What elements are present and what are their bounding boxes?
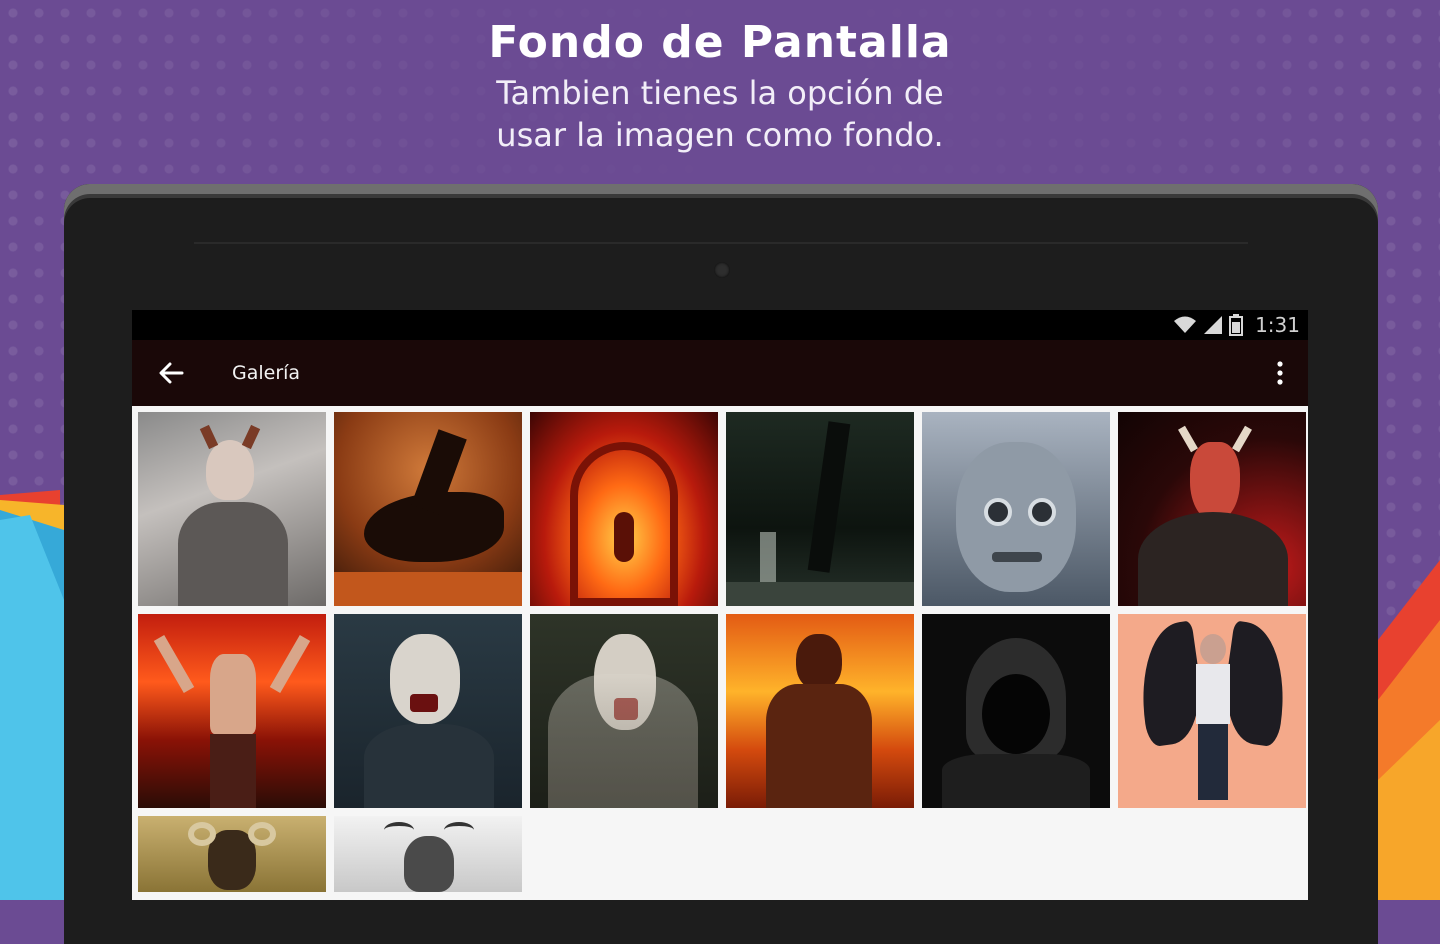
gallery-thumbnail[interactable]	[922, 412, 1110, 606]
gallery-thumbnail[interactable]	[138, 412, 326, 606]
gallery-thumbnail[interactable]	[530, 614, 718, 808]
gallery-thumbnail[interactable]	[334, 412, 522, 606]
gallery-thumbnail[interactable]	[1118, 614, 1306, 808]
app-bar-title: Galería	[232, 362, 301, 384]
gallery-thumbnail[interactable]	[138, 614, 326, 808]
gallery-thumbnail[interactable]	[334, 614, 522, 808]
arrow-left-icon[interactable]	[156, 358, 186, 388]
status-time: 1:31	[1255, 313, 1300, 337]
gallery-thumbnail[interactable]	[726, 614, 914, 808]
status-bar: 1:31	[132, 310, 1308, 340]
more-vert-icon[interactable]	[1270, 358, 1290, 388]
gallery-thumbnail[interactable]	[334, 816, 522, 892]
battery-icon	[1229, 314, 1244, 336]
gallery-thumbnail[interactable]	[1118, 412, 1306, 606]
gallery-thumbnail[interactable]	[726, 412, 914, 606]
gallery-grid	[138, 412, 1308, 900]
signal-icon	[1204, 316, 1223, 334]
promo-subtitle-line2: usar la imagen como fondo.	[496, 116, 944, 154]
promo-header: Fondo de Pantalla Tambien tienes la opci…	[0, 14, 1440, 156]
gallery-thumbnail[interactable]	[530, 412, 718, 606]
app-bar: Galería	[132, 340, 1308, 406]
status-icons: 1:31	[1173, 313, 1300, 337]
wifi-icon	[1174, 316, 1197, 333]
device-screen: 1:31 Galería	[132, 310, 1308, 900]
gallery-thumbnail[interactable]	[138, 816, 326, 892]
bezel-divider	[194, 242, 1248, 244]
promo-subtitle-line1: Tambien tienes la opción de	[496, 74, 944, 112]
promo-title: Fondo de Pantalla	[488, 17, 952, 68]
gallery-thumbnail[interactable]	[922, 614, 1110, 808]
front-camera	[714, 262, 730, 278]
